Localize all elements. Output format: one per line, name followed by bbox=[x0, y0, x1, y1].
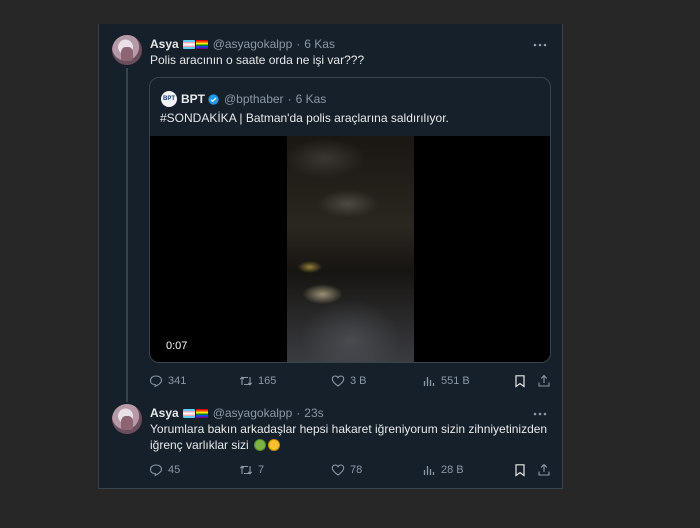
display-name[interactable]: Asya bbox=[150, 37, 179, 51]
views-button[interactable]: 551 B bbox=[422, 373, 470, 389]
transgender-flag-icon bbox=[182, 408, 195, 418]
share-button[interactable] bbox=[537, 373, 551, 389]
quoted-header: BPT @bpthaber · 6 Kas bbox=[181, 91, 326, 107]
views-count: 28 B bbox=[441, 464, 464, 476]
views-count: 551 B bbox=[441, 375, 470, 387]
quoted-tweet[interactable]: BPT BPT @bpthaber · 6 Kas #SONDAKİKA | B… bbox=[149, 77, 551, 363]
views-icon bbox=[423, 377, 435, 386]
retweet-count: 7 bbox=[258, 464, 265, 476]
quoted-timestamp[interactable]: 6 Kas bbox=[296, 92, 327, 106]
tweet-text: Yorumlara bakın arkadaşlar hepsi hakaret… bbox=[150, 421, 550, 453]
quoted-text: #SONDAKİKA | Batman'da polis araçlarına … bbox=[160, 111, 449, 125]
more-horizontal-icon[interactable] bbox=[532, 38, 548, 52]
like-count: 78 bbox=[350, 464, 363, 476]
retweet-icon bbox=[239, 465, 253, 475]
tweet-actions: 341 165 3 B 551 B bbox=[149, 373, 554, 389]
separator-dot: · bbox=[296, 406, 301, 420]
thread-line bbox=[126, 68, 128, 402]
tweet-actions: 45 7 78 28 B bbox=[149, 462, 554, 478]
tweet-text-line: Yorumlara bakın arkadaşlar hepsi hakaret… bbox=[150, 422, 548, 436]
tweet[interactable]: Asya @asyagokalpp · 23s Yorumlara bakın … bbox=[99, 398, 562, 489]
tweet-header: Asya @asyagokalpp · 23s bbox=[150, 405, 324, 421]
like-count: 3 B bbox=[350, 375, 367, 387]
tweet-text-line: iğrenç varlıklar sizi bbox=[150, 437, 550, 453]
video-player[interactable]: 0:07 bbox=[150, 136, 550, 362]
verified-badge-icon bbox=[208, 93, 219, 105]
share-button[interactable] bbox=[537, 462, 551, 478]
views-button[interactable]: 28 B bbox=[422, 462, 464, 478]
share-icon bbox=[538, 374, 550, 387]
display-name[interactable]: Asya bbox=[150, 406, 179, 420]
quoted-handle[interactable]: @bpthaber bbox=[224, 92, 284, 106]
more-horizontal-icon[interactable] bbox=[532, 407, 548, 421]
avatar[interactable] bbox=[112, 35, 142, 65]
rainbow-flag-icon bbox=[195, 408, 208, 418]
retweet-button[interactable]: 7 bbox=[239, 462, 264, 478]
bookmark-button[interactable] bbox=[513, 462, 527, 478]
video-frame bbox=[287, 136, 414, 362]
tweet-header: Asya @asyagokalpp · 6 Kas bbox=[150, 36, 335, 52]
rainbow-flag-icon bbox=[195, 39, 208, 49]
reply-button[interactable]: 45 bbox=[149, 462, 180, 478]
reply-count: 45 bbox=[168, 464, 181, 476]
separator-dot: · bbox=[287, 92, 292, 106]
nauseated-face-icon bbox=[254, 439, 267, 451]
transgender-flag-icon bbox=[182, 39, 195, 49]
separator-dot: · bbox=[296, 37, 301, 51]
bookmark-icon bbox=[515, 464, 525, 477]
timestamp[interactable]: 6 Kas bbox=[304, 37, 335, 51]
timeline-panel: Asya @asyagokalpp · 6 Kas Polis aracının… bbox=[98, 24, 563, 489]
bookmark-icon bbox=[515, 375, 525, 388]
reply-button[interactable]: 341 bbox=[149, 373, 186, 389]
user-handle[interactable]: @asyagokalpp bbox=[213, 406, 293, 420]
heart-icon bbox=[331, 375, 345, 387]
retweet-count: 165 bbox=[258, 375, 277, 387]
like-button[interactable]: 3 B bbox=[331, 373, 367, 389]
reply-count: 341 bbox=[168, 375, 187, 387]
tweet-text: Polis aracının o saate orda ne işi var??… bbox=[150, 53, 365, 67]
heart-icon bbox=[331, 464, 345, 476]
timestamp[interactable]: 23s bbox=[304, 406, 323, 420]
video-duration: 0:07 bbox=[166, 340, 188, 352]
tweet-text-fragment: iğrenç varlıklar sizi bbox=[150, 438, 249, 452]
reply-icon bbox=[149, 375, 163, 388]
avatar[interactable] bbox=[112, 404, 142, 434]
like-button[interactable]: 78 bbox=[331, 462, 362, 478]
bookmark-button[interactable] bbox=[513, 373, 527, 389]
quoted-display-name[interactable]: BPT bbox=[181, 92, 205, 106]
retweet-button[interactable]: 165 bbox=[239, 373, 276, 389]
share-icon bbox=[538, 463, 550, 476]
retweet-icon bbox=[239, 376, 253, 386]
user-handle[interactable]: @asyagokalpp bbox=[213, 37, 293, 51]
quoted-avatar[interactable]: BPT bbox=[161, 91, 177, 107]
tweet[interactable]: Asya @asyagokalpp · 6 Kas Polis aracının… bbox=[99, 24, 562, 402]
reply-icon bbox=[149, 464, 163, 477]
vomiting-face-icon bbox=[268, 439, 281, 451]
views-icon bbox=[423, 466, 435, 475]
